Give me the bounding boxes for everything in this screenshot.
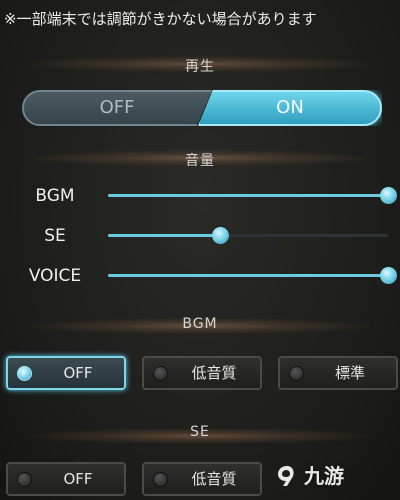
bgm-option-low-quality-label: 低音質 [191, 364, 237, 382]
section-title-bgm: BGM [182, 316, 218, 332]
watermark-text: 九游 [304, 464, 344, 488]
slider-knob-voice[interactable] [380, 267, 397, 284]
slider-row-bgm: BGM [0, 184, 400, 208]
watermark-logo: 九游 [274, 460, 392, 492]
radio-indicator-icon [17, 472, 32, 487]
slider-fill-bgm [108, 194, 388, 197]
playback-on-button[interactable]: ON [198, 90, 382, 126]
section-title-volume: 音量 [185, 153, 215, 169]
slider-label-bgm: BGM [35, 186, 75, 206]
se-option-low-quality-label: 低音質 [191, 470, 237, 488]
se-option-off-label: OFF [63, 470, 93, 488]
slider-label-se: SE [44, 226, 66, 246]
radio-indicator-icon [17, 366, 32, 381]
se-option-low-quality[interactable]: 低音質 [142, 462, 262, 496]
bgm-option-off-label: OFF [63, 364, 93, 382]
slider-track-voice[interactable] [108, 267, 397, 284]
section-title-se: SE [190, 424, 210, 440]
se-option-off[interactable]: OFF [6, 462, 126, 496]
slider-fill-se [108, 234, 220, 237]
slider-track-bgm[interactable] [108, 187, 397, 204]
radio-indicator-icon [153, 472, 168, 487]
device-notice: ※一部端末では調節がきかない場合があります [4, 10, 317, 28]
playback-toggle[interactable]: OFF ON [22, 90, 382, 126]
radio-indicator-icon [289, 366, 304, 381]
bgm-option-low-quality[interactable]: 低音質 [142, 356, 262, 390]
section-title-playback: 再生 [185, 59, 215, 75]
slider-row-voice: VOICE [0, 264, 400, 288]
bgm-option-standard-label: 標準 [334, 364, 365, 382]
bgm-option-off[interactable]: OFF [6, 356, 126, 390]
sound-settings-panel: ※一部端末では調節がきかない場合があります 再生 OFF ON 音量 BGM S… [0, 0, 400, 500]
bgm-option-standard[interactable]: 標準 [278, 356, 398, 390]
slider-track-se[interactable] [108, 227, 388, 244]
slider-knob-bgm[interactable] [380, 187, 397, 204]
watermark-9-icon [278, 466, 294, 486]
playback-off-button[interactable]: OFF [22, 90, 212, 126]
slider-fill-voice [108, 274, 388, 277]
slider-knob-se[interactable] [212, 227, 229, 244]
slider-row-se: SE [0, 224, 400, 248]
slider-label-voice: VOICE [28, 266, 82, 286]
radio-indicator-icon [153, 366, 168, 381]
